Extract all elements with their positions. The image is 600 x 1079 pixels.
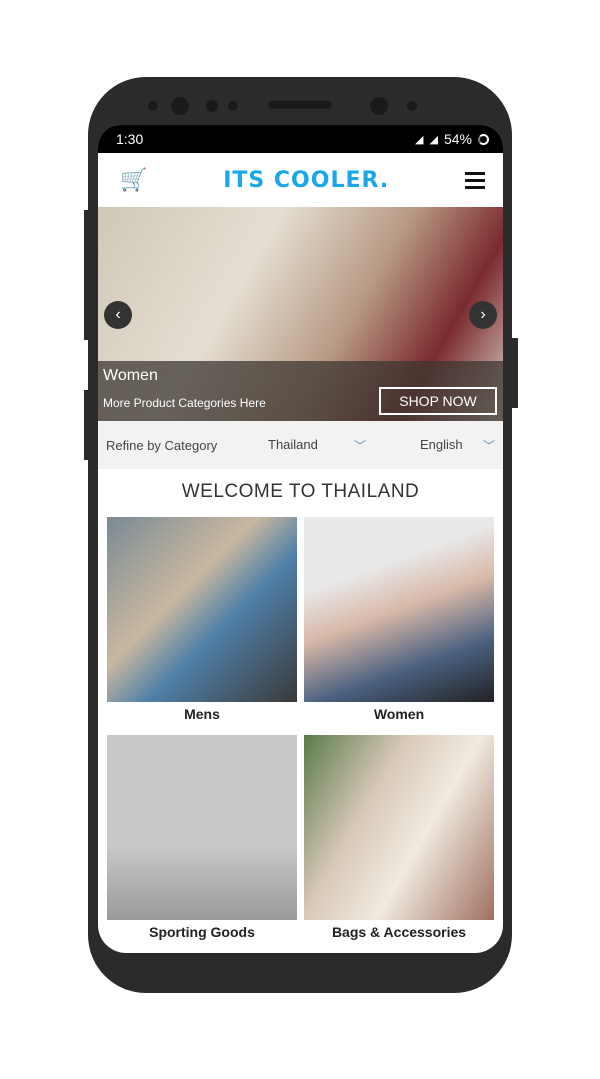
clock: 1:30 [116,131,144,147]
sensor [228,101,238,111]
category-image [107,517,297,702]
language-select[interactable]: English ﹀ [378,437,503,454]
sensor [148,101,158,111]
menu-icon[interactable] [465,171,485,189]
shop-now-button[interactable]: SHOP NOW [379,387,497,415]
carousel-next-button[interactable]: › [469,301,497,329]
category-women[interactable]: Women [304,517,494,735]
app-header: 🛒 its cooler. [98,153,503,207]
category-sporting-goods[interactable]: Sporting Goods [107,735,297,953]
category-label: Mens [184,706,220,722]
category-image [304,517,494,702]
category-mens[interactable]: Mens [107,517,297,735]
power-button [512,338,518,408]
signal-icon: ◢ [429,133,438,146]
battery-level: 54% [443,131,472,147]
filter-bar: Refine by Category Thailand ﹀ English ﹀ [98,421,503,469]
chevron-down-icon: ﹀ [482,438,495,453]
logo[interactable]: its cooler. [223,168,389,193]
welcome-heading: WELCOME TO THAILAND [181,481,420,502]
country-select[interactable]: Thailand ﹀ [268,437,378,454]
front-camera [171,97,189,115]
side-button [84,390,90,460]
chevron-down-icon: ﹀ [353,438,366,453]
category-image [304,735,494,920]
category-image [107,735,297,920]
category-bags-accessories[interactable]: Bags & Accessories [304,735,494,953]
cart-icon[interactable]: 🛒 [120,167,147,193]
category-grid: Mens Women Sporting Goods Bags & Accesso… [98,517,503,953]
country-value: Thailand [268,436,318,452]
hero-subtitle[interactable]: More Product Categories Here [103,396,266,410]
carousel-prev-button[interactable]: ‹ [104,301,132,329]
category-label: Women [373,706,425,722]
screen: 1:30 ◢ ◢ 54% 🛒 its cooler. ‹ › Women Mor… [98,125,503,953]
speaker [268,101,332,109]
signal-icon: ◢ [415,133,424,146]
camera [370,97,388,115]
status-bar: 1:30 ◢ ◢ 54% [98,125,503,153]
language-value: English [420,436,463,452]
sensor [206,100,218,112]
battery-icon [478,133,489,145]
refine-by-category[interactable]: Refine by Category [98,438,268,453]
category-label: Bags & Accessories [331,924,467,940]
hero-caption: Women More Product Categories Here SHOP … [98,361,503,421]
hero-title: Women [103,367,158,384]
hero-carousel[interactable]: ‹ › Women More Product Categories Here S… [98,207,503,421]
category-label: Sporting Goods [149,924,255,940]
volume-button [84,210,90,340]
sensor [407,101,417,111]
